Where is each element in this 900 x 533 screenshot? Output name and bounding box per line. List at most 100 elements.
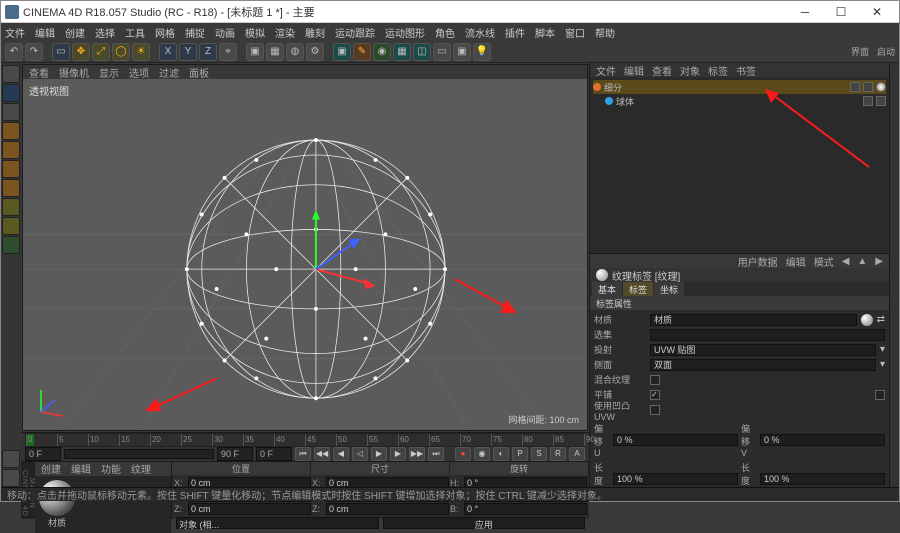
primitive-cube-button[interactable]: ▣ xyxy=(333,43,351,61)
coord-tab-rot[interactable]: 旋转 xyxy=(450,462,589,475)
chevron-down-icon[interactable]: ▾ xyxy=(880,359,885,370)
vis-render-toggle[interactable] xyxy=(863,82,873,92)
menu-item[interactable]: 选项 xyxy=(129,65,149,80)
axis-mode-button[interactable] xyxy=(2,198,20,216)
flip-arrows-icon[interactable]: ⇄ xyxy=(877,314,885,325)
menu-item[interactable]: 过滤 xyxy=(159,65,179,80)
key-a-button[interactable]: A xyxy=(569,447,585,461)
menu-item[interactable]: 窗口 xyxy=(565,25,585,40)
pos-z-field[interactable] xyxy=(188,503,311,515)
length-v-field[interactable] xyxy=(760,473,885,485)
vis-editor-toggle[interactable] xyxy=(850,82,860,92)
menu-item[interactable]: 显示 xyxy=(99,65,119,80)
autokey-button[interactable]: ◉ xyxy=(474,447,490,461)
key-p-button[interactable]: P xyxy=(512,447,528,461)
attr-nav-back-icon[interactable]: ◀ xyxy=(842,256,850,267)
right-scrollbar[interactable] xyxy=(889,63,899,487)
viewport[interactable]: 透视视图 xyxy=(23,79,587,430)
menu-item[interactable]: 帮助 xyxy=(595,25,615,40)
minimize-button[interactable]: ─ xyxy=(787,2,823,22)
render-view-button[interactable]: ▣ xyxy=(246,43,264,61)
key-r-button[interactable]: R xyxy=(550,447,566,461)
prev-key-button[interactable]: ◀◀ xyxy=(314,447,330,461)
redo-button[interactable]: ↷ xyxy=(25,43,43,61)
light-button[interactable]: 💡 xyxy=(473,43,491,61)
menu-item[interactable]: 模拟 xyxy=(245,25,265,40)
key-s-button[interactable]: S xyxy=(531,447,547,461)
side-select[interactable]: 双面 xyxy=(650,359,876,371)
tile-checkbox[interactable] xyxy=(650,390,660,400)
select-tool[interactable]: ▭ xyxy=(52,43,70,61)
poly-mode-button[interactable] xyxy=(2,179,20,197)
object-tree[interactable]: 细分球体 xyxy=(590,77,889,253)
edge-mode-button[interactable] xyxy=(2,160,20,178)
coord-tab-size[interactable]: 尺寸 xyxy=(311,462,450,475)
menu-item[interactable]: 工具 xyxy=(125,25,145,40)
seamless-checkbox[interactable] xyxy=(875,390,885,400)
texture-tag-icon[interactable] xyxy=(876,82,886,92)
menu-item[interactable]: 网格 xyxy=(155,25,175,40)
length-u-field[interactable] xyxy=(613,473,738,485)
menu-item[interactable]: 编辑 xyxy=(35,25,55,40)
coord-sys-button[interactable]: ⌖ xyxy=(219,43,237,61)
dock-extra2[interactable] xyxy=(2,469,20,487)
current-frame-field[interactable] xyxy=(256,447,292,461)
selection-field[interactable] xyxy=(650,329,885,341)
mix-checkbox[interactable] xyxy=(650,375,660,385)
menu-item[interactable]: 创建 xyxy=(65,25,85,40)
menu-item[interactable]: 选择 xyxy=(95,25,115,40)
menu-item[interactable]: 运动图形 xyxy=(385,25,425,40)
object-row[interactable]: 球体 xyxy=(593,94,886,108)
render-region-button[interactable]: ▦ xyxy=(266,43,284,61)
material-link-field[interactable]: 材质 xyxy=(650,314,857,326)
close-button[interactable]: ✕ xyxy=(859,2,895,22)
menu-item[interactable]: 脚本 xyxy=(535,25,555,40)
range-start-field[interactable] xyxy=(25,447,61,461)
menu-item[interactable]: 编辑 xyxy=(624,63,644,78)
timeline[interactable]: 051015202530354045505560657075808590 xyxy=(21,432,589,447)
prev-frame-button[interactable]: ◀ xyxy=(333,447,349,461)
apply-button[interactable]: 应用 xyxy=(383,517,586,529)
menu-item[interactable]: 动画 xyxy=(215,25,235,40)
menu-item[interactable]: 查看 xyxy=(652,63,672,78)
menu-item[interactable]: 标签 xyxy=(708,63,728,78)
point-mode-button[interactable] xyxy=(2,141,20,159)
attr-nav-up-icon[interactable]: ▲ xyxy=(857,256,867,267)
menu-item[interactable]: 渲染 xyxy=(275,25,295,40)
model-mode-button[interactable] xyxy=(2,84,20,102)
attr-nav-fwd-icon[interactable]: ▶ xyxy=(875,256,883,267)
menu-item[interactable]: 流水线 xyxy=(465,25,495,40)
dock-extra1[interactable] xyxy=(2,450,20,468)
menu-item[interactable]: 文件 xyxy=(5,25,25,40)
attr-tab-coord[interactable]: 坐标 xyxy=(654,282,684,296)
render-pv-button[interactable]: ◍ xyxy=(286,43,304,61)
deformer-button[interactable]: ◫ xyxy=(413,43,431,61)
menu-item[interactable]: 书签 xyxy=(736,63,756,78)
move-tool[interactable]: ✥ xyxy=(72,43,90,61)
vis-editor-toggle[interactable] xyxy=(863,96,873,106)
projection-select[interactable]: UVW 贴图 xyxy=(650,344,876,356)
layout-label2[interactable]: 启动 xyxy=(877,45,895,58)
record-key-button[interactable]: ● xyxy=(455,447,471,461)
material-ball-icon[interactable] xyxy=(861,314,873,326)
coord-mode-select[interactable]: 对象 (相... xyxy=(176,517,379,529)
range-slider[interactable] xyxy=(64,449,214,459)
rot-b-field[interactable] xyxy=(464,503,587,515)
play-back-button[interactable]: ◁ xyxy=(352,447,368,461)
range-end-field[interactable] xyxy=(217,447,253,461)
menu-item[interactable]: 用户数据 xyxy=(738,254,778,269)
menu-item[interactable]: 角色 xyxy=(435,25,455,40)
menu-item[interactable]: 编辑 xyxy=(71,461,91,476)
timeline-ruler[interactable]: 051015202530354045505560657075808590 xyxy=(25,433,585,447)
menu-item[interactable]: 对象 xyxy=(680,63,700,78)
render-settings-button[interactable]: ⚙ xyxy=(306,43,324,61)
subdiv-button[interactable]: ◉ xyxy=(373,43,391,61)
maximize-button[interactable]: ☐ xyxy=(823,2,859,22)
recent-tool[interactable]: ☀ xyxy=(132,43,150,61)
menu-item[interactable]: 查看 xyxy=(29,65,49,80)
menu-item[interactable]: 文件 xyxy=(596,63,616,78)
snap-button[interactable] xyxy=(2,217,20,235)
material-well[interactable]: 材质 xyxy=(35,476,171,533)
menu-item[interactable]: 插件 xyxy=(505,25,525,40)
make-editable-button[interactable] xyxy=(2,65,20,83)
